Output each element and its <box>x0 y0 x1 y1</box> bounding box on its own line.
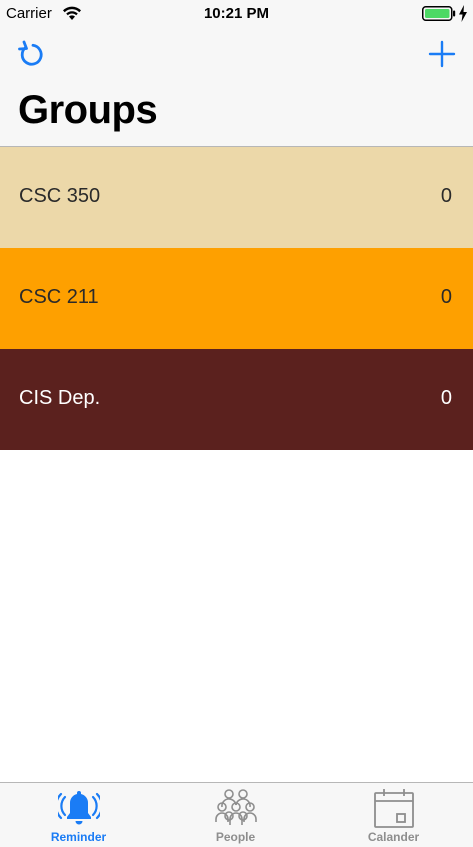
refresh-icon[interactable] <box>14 38 46 70</box>
navigation-bar: Groups <box>0 28 473 147</box>
calendar-icon <box>374 789 414 828</box>
group-name: CIS Dep. <box>19 387 101 409</box>
group-count: 0 <box>440 185 452 207</box>
tab-label: Calander <box>367 830 420 844</box>
tab-people[interactable]: People <box>157 783 314 847</box>
group-name: CSC 350 <box>19 185 101 207</box>
group-count: 0 <box>440 387 452 409</box>
tab-reminder[interactable]: Reminder <box>0 783 157 847</box>
group-count: 0 <box>440 286 452 308</box>
charging-bolt-icon <box>459 5 467 22</box>
page-title: Groups <box>18 88 158 132</box>
battery-icon <box>422 6 456 21</box>
bell-icon <box>58 791 100 825</box>
tab-bar: Reminder People Calander <box>0 782 473 847</box>
tab-label: Reminder <box>50 830 107 844</box>
group-row[interactable]: CSC 211 0 <box>0 248 473 349</box>
tab-label: People <box>215 830 256 844</box>
group-list: CSC 350 0 CSC 211 0 CIS Dep. 0 <box>0 147 473 450</box>
status-time: 10:21 PM <box>203 5 270 22</box>
group-name: CSC 211 <box>19 286 99 308</box>
plus-icon[interactable] <box>426 38 458 70</box>
group-row[interactable]: CIS Dep. 0 <box>0 349 473 450</box>
tab-calander[interactable]: Calander <box>315 783 472 847</box>
screen: Carrier 10:21 PM Groups CSC 350 0 CSC 21… <box>0 0 473 847</box>
status-bar: Carrier 10:21 PM <box>0 0 473 28</box>
group-row[interactable]: CSC 350 0 <box>0 147 473 248</box>
people-icon <box>215 789 257 825</box>
